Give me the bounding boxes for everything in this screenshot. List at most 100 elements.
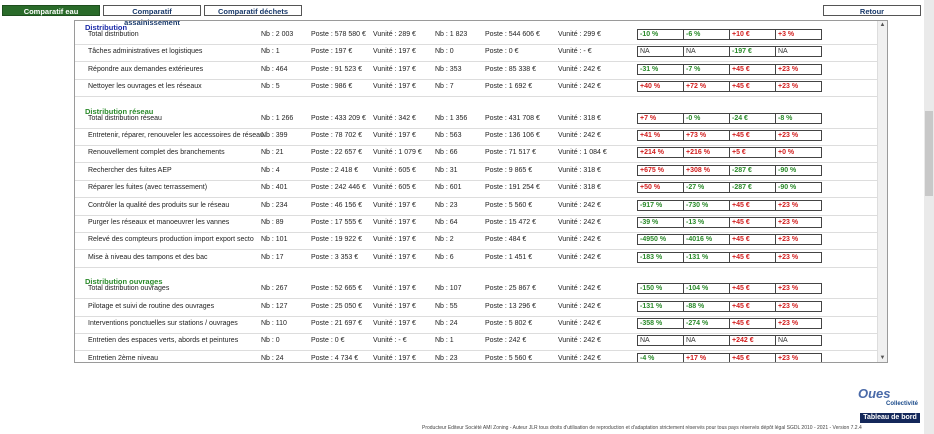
delta-box: +23 % [775,130,822,141]
tableau-de-bord-button[interactable]: Tableau de bord [860,413,920,423]
delta-box: -27 % [683,182,730,194]
poste-value: Poste : 22 657 € [311,149,362,157]
poste-value: Poste : 52 665 € [311,285,362,293]
page-scrollbar-thumb[interactable] [925,111,933,196]
logo-subtitle: Collectivité [885,401,918,407]
unit-compare-value: Vunité : - € [558,48,592,56]
unit-value: Vunité : 197 € [373,354,416,362]
nb-value: Nb : 17 [261,253,284,261]
delta-boxes: -31 % -7 % +45 € +23 % [637,63,822,75]
delta-box: +23 % [775,251,822,263]
unit-compare-value: Vunité : 242 € [558,302,601,310]
delta-box: +308 % [683,164,730,176]
comparison-row: Pilotage et suivi de routine des ouvrage… [75,299,877,317]
tab-comparatif-assainissement[interactable]: Comparatif assainissement [103,5,201,27]
poste-compare-value: Poste : 71 517 € [485,149,536,157]
delta-box: +72 % [683,81,730,93]
page-scrollbar[interactable] [924,0,934,434]
poste-value: Poste : 578 580 € [311,31,366,38]
unit-compare-value: Vunité : 242 € [558,83,601,91]
poste-compare-value: Poste : 136 106 € [485,132,540,139]
delta-box: +23 % [775,81,822,93]
scroll-down-icon[interactable]: ▼ [878,354,887,362]
delta-box: NA [637,335,684,347]
row-label: Contrôler la qualité des produits sur le… [88,201,230,209]
nb-compare-value: Nb : 31 [435,166,458,174]
tab-bar: Comparatif eau Comparatif assainissement… [2,5,302,27]
delta-box: -90 % [775,164,822,176]
nb-value: Nb : 399 [261,132,288,139]
poste-value: Poste : 19 922 € [311,236,362,244]
comparison-row: Contrôler la qualité des produits sur le… [75,198,877,216]
nb-compare-value: Nb : 1 356 [435,114,468,122]
delta-box: +45 € [729,251,776,263]
row-label: Entretien 2ème niveau [88,354,159,362]
poste-compare-value: Poste : 5 802 € [485,320,533,327]
tab-comparatif-eau[interactable]: Comparatif eau [2,5,100,16]
delta-box: -358 % [637,318,684,329]
unit-value: Vunité : 197 € [373,132,416,139]
comparison-row: Entretien des espaces verts, abords et p… [75,333,877,352]
delta-box: +216 % [683,147,730,159]
unit-compare-value: Vunité : 1 084 € [558,149,607,157]
nb-value: Nb : 464 [261,65,288,73]
delta-box: -4950 % [637,234,684,246]
delta-box: +214 % [637,147,684,159]
delta-boxes: -4950 % -4016 % +45 € +23 % [637,234,822,246]
delta-box: -131 % [683,251,730,263]
nb-value: Nb : 1 [261,48,280,56]
delta-boxes: +7 % -0 % -24 € -8 % [637,112,822,124]
unit-compare-value: Vunité : 318 € [558,114,601,122]
unit-value: Vunité : 197 € [373,285,416,293]
unit-compare-value: Vunité : 242 € [558,219,601,226]
nb-value: Nb : 267 [261,285,288,293]
row-label: Relevé des compteurs production import e… [88,236,254,244]
unit-value: Vunité : - € [373,337,407,345]
unit-value: Vunité : 197 € [373,201,416,209]
poste-value: Poste : 0 € [311,337,345,345]
delta-box: -88 % [683,300,730,312]
retour-button[interactable]: Retour [823,5,921,16]
poste-value: Poste : 3 353 € [311,253,359,261]
delta-box: +10 € [729,29,776,40]
comparison-row: Entretien 2ème niveau Nb : 24 Poste : 4 73… [75,351,877,362]
delta-box: +23 % [775,352,822,362]
delta-box: -31 % [637,63,684,75]
unit-compare-value: Vunité : 242 € [558,132,601,139]
nb-value: Nb : 24 [261,354,284,362]
poste-value: Poste : 91 523 € [311,65,362,73]
delta-boxes: NA NA -197 € NA [637,46,822,58]
delta-box: -150 % [637,283,684,295]
row-label: Total distribution ouvrages [88,285,170,293]
delta-box: +23 % [775,199,822,211]
nb-compare-value: Nb : 23 [435,354,458,362]
unit-compare-value: Vunité : 299 € [558,31,601,38]
comparison-row: Total distribution ouvrages Nb : 267 Poste… [75,281,877,300]
scroll-up-icon[interactable]: ▲ [878,21,887,29]
delta-box: +23 % [775,63,822,75]
delta-box: +45 € [729,130,776,141]
delta-box: +17 % [683,352,730,362]
delta-box: -39 % [637,217,684,228]
logo-brand: Oues [858,386,891,401]
unit-compare-value: Vunité : 242 € [558,354,601,362]
unit-value: Vunité : 342 € [373,114,416,122]
comparison-row: Tâches administratives et logistiques Nb … [75,44,877,63]
unit-compare-value: Vunité : 242 € [558,236,601,244]
comparison-panel[interactable]: Distribution Total distribution Nb : 2 003… [74,20,888,363]
comparison-row: Répondre aux demandes extérieures Nb : 46… [75,62,877,80]
comparison-row: Total distribution Nb : 2 003 Poste : 578 … [75,27,877,45]
delta-box: -6 % [683,29,730,40]
nb-compare-value: Nb : 1 [435,337,454,345]
poste-compare-value: Poste : 85 338 € [485,65,536,73]
delta-box: +242 € [729,335,776,347]
panel-scrollbar[interactable]: ▲ ▼ [877,21,887,362]
row-label: Entretien des espaces verts, abords et p… [88,337,239,345]
poste-value: Poste : 986 € [311,83,353,91]
nb-value: Nb : 89 [261,219,284,226]
delta-boxes: +50 % -27 % -287 € -90 % [637,182,822,194]
nb-compare-value: Nb : 563 [435,132,462,139]
unit-compare-value: Vunité : 318 € [558,184,601,192]
tab-comparatif-dechets[interactable]: Comparatif déchets [204,5,302,16]
row-label: Mise à niveau des tampons et des bac [88,253,208,261]
